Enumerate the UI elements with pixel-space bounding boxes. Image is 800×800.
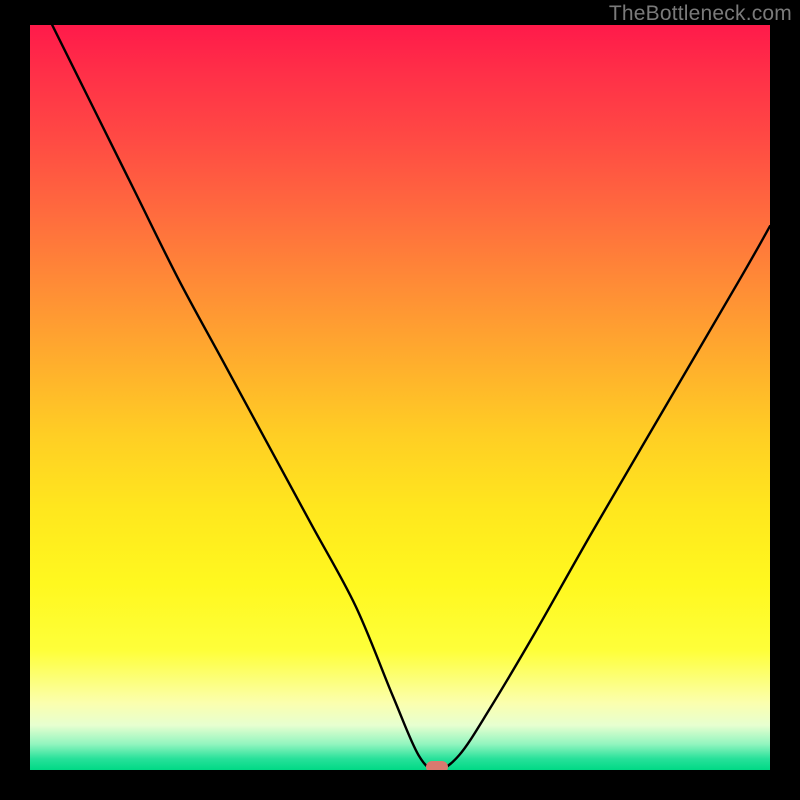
optimal-point-marker (426, 761, 448, 770)
watermark-text: TheBottleneck.com (609, 2, 792, 26)
bottleneck-curve (30, 25, 770, 770)
chart-plot-area (30, 25, 770, 770)
